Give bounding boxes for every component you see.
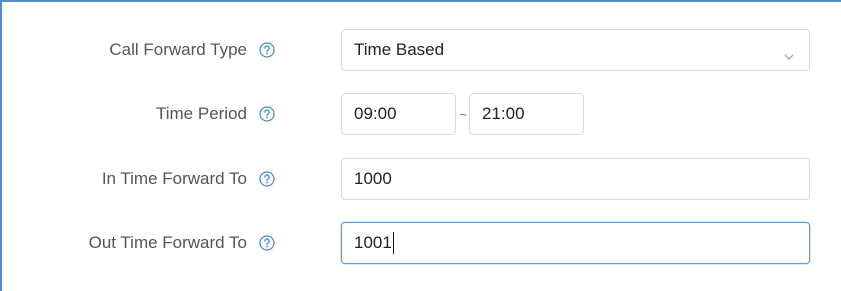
time-period-separator: ~	[459, 106, 467, 122]
time-period-end-value: 21:00	[482, 104, 525, 123]
in-time-forward-input[interactable]: 1000	[341, 158, 810, 200]
out-time-forward-label-group: Out Time Forward To	[89, 222, 275, 264]
help-icon[interactable]	[259, 171, 275, 187]
time-period-label: Time Period	[155, 104, 247, 123]
text-caret	[392, 232, 394, 254]
call-forward-type-select[interactable]: Time Based	[341, 29, 810, 71]
in-time-forward-row: In Time Forward To 1000	[0, 158, 841, 200]
in-time-forward-label: In Time Forward To	[101, 169, 247, 188]
help-icon[interactable]	[259, 42, 275, 58]
time-period-end-input[interactable]: 21:00	[469, 93, 584, 135]
call-forward-type-label-group: Call Forward Type	[109, 29, 275, 71]
help-icon[interactable]	[259, 106, 275, 122]
help-icon[interactable]	[259, 235, 275, 251]
time-period-row: Time Period 09:00 ~ 21:00	[0, 93, 841, 135]
call-forward-type-value: Time Based	[354, 40, 445, 59]
panel-top-border	[0, 0, 841, 2]
chevron-down-icon	[783, 46, 795, 60]
out-time-forward-label: Out Time Forward To	[88, 233, 247, 252]
in-time-forward-label-group: In Time Forward To	[102, 158, 275, 200]
time-period-start-value: 09:00	[354, 104, 397, 123]
call-forward-type-row: Call Forward Type Time Based	[0, 29, 841, 71]
time-period-label-group: Time Period	[156, 93, 275, 135]
out-time-forward-value: 1001	[354, 233, 392, 252]
time-period-start-input[interactable]: 09:00	[341, 93, 456, 135]
call-forward-type-label: Call Forward Type	[109, 40, 247, 59]
out-time-forward-row: Out Time Forward To 1001	[0, 222, 841, 264]
in-time-forward-value: 1000	[354, 169, 392, 188]
out-time-forward-input[interactable]: 1001	[341, 222, 810, 264]
